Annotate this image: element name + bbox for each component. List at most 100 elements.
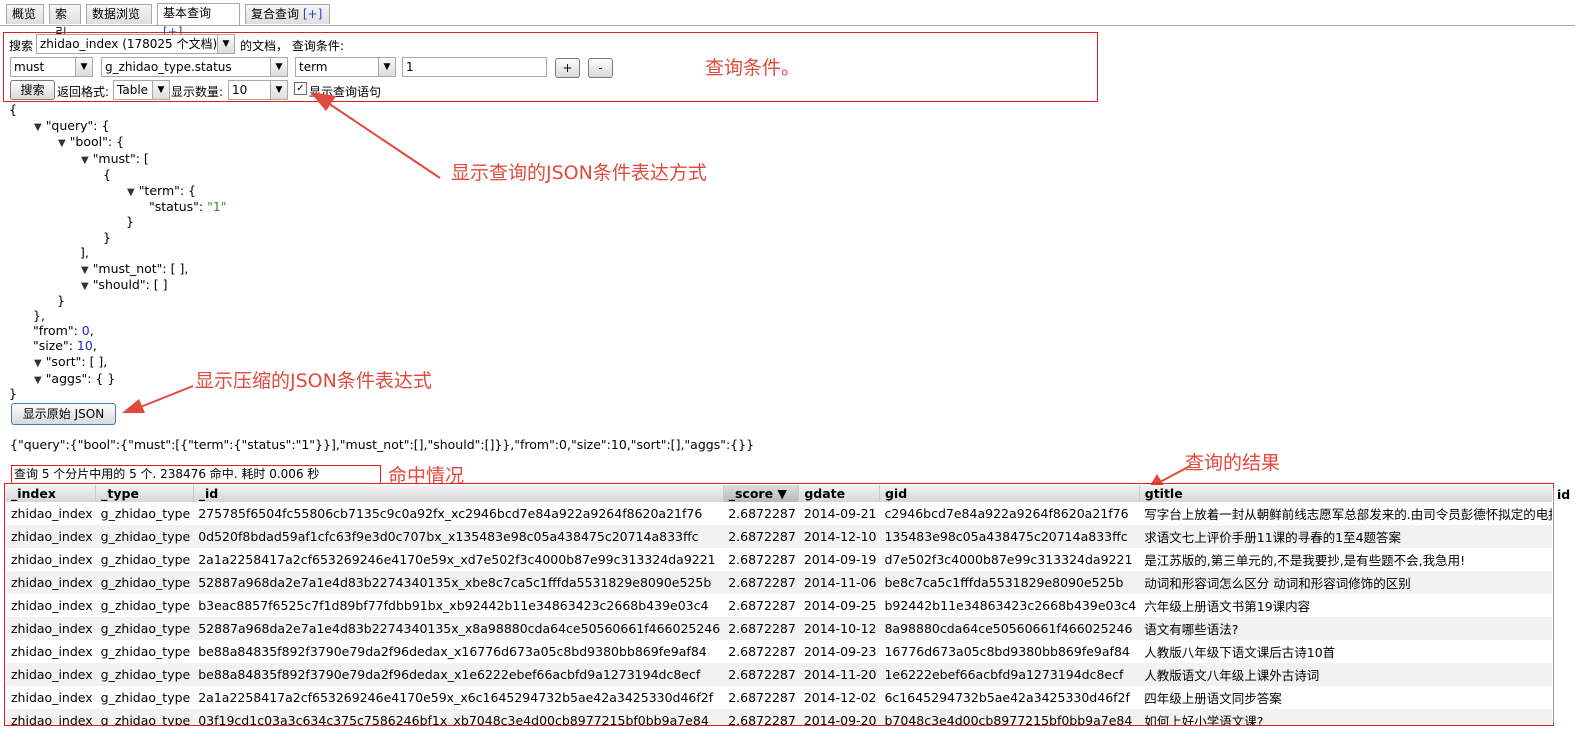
- hits-summary-text: 查询 5 个分片中用的 5 个. 238476 命中. 耗时 0.006 秒: [14, 467, 320, 481]
- cell-gid: b7048c3e4d00cb8977215bf0bb9a7e84: [879, 709, 1140, 725]
- cell-index: zhidao_index: [11, 598, 93, 613]
- collapse-triangle-icon[interactable]: ▼: [81, 281, 89, 292]
- cell-id: 52887a968da2e7a1e4d83b2274340135x_xbe8c7…: [193, 571, 724, 594]
- cell-index: zhidao_index: [6, 663, 96, 686]
- json-string-value: "1": [207, 199, 227, 214]
- column-header-gid[interactable]: gid: [879, 485, 1140, 502]
- table-row[interactable]: zhidao_index g_zhidao_type b3eac8857f6525c…: [6, 594, 1552, 617]
- cell-gid: d7e502f3c4000b87e99c313324da9221: [884, 552, 1133, 567]
- cell-id: 275785f6504fc55806cb7135c9c0a92fx_xc2946…: [198, 506, 703, 521]
- json-key: "must_not": [ ],: [92, 261, 189, 276]
- cell-score: 2.6872287: [728, 506, 796, 521]
- json-brace: {: [103, 167, 111, 182]
- cell-gdate: 2014-09-21: [803, 506, 877, 521]
- cell-index: zhidao_index: [6, 525, 96, 548]
- cell-gdate: 2014-10-12: [798, 617, 880, 640]
- collapse-triangle-icon[interactable]: ▼: [34, 375, 42, 386]
- cell-gdate: 2014-11-06: [798, 571, 880, 594]
- cell-type: g_zhidao_type: [95, 571, 194, 594]
- compressed-json-text: {"query":{"bool":{"must":[{"term":{"stat…: [10, 437, 755, 452]
- cell-score: 2.6872287: [728, 552, 796, 567]
- json-key: "term": {: [138, 183, 197, 198]
- json-key: "aggs": { }: [45, 371, 116, 386]
- collapse-triangle-icon[interactable]: ▼: [34, 122, 42, 133]
- cell-type: g_zhidao_type: [95, 709, 194, 725]
- json-key: "bool": {: [69, 134, 125, 149]
- table-row[interactable]: zhidao_index g_zhidao_type 52887a968da2e7a…: [6, 617, 1552, 640]
- collapse-triangle-icon[interactable]: ▼: [81, 265, 89, 276]
- collapse-triangle-icon[interactable]: ▼: [81, 155, 89, 166]
- column-header-gdate[interactable]: gdate: [798, 485, 880, 502]
- cell-gdate: 2014-09-19: [803, 552, 877, 567]
- results-header-row: _index _type _id _score ▼ gdate gid gtit…: [6, 485, 1552, 502]
- cell-gtitle: 语文有哪些语法?: [1139, 617, 1552, 640]
- table-row[interactable]: zhidao_index g_zhidao_type 52887a968da2e7a…: [6, 571, 1552, 594]
- column-header-score[interactable]: _score ▼: [723, 485, 800, 502]
- table-row[interactable]: zhidao_index g_zhidao_type be88a84835f892f…: [6, 640, 1552, 663]
- cell-id: 03f19cd1c03a3c634c375c7586246bf1x_xb7048…: [193, 709, 724, 725]
- cell-index: zhidao_index: [11, 644, 93, 659]
- collapse-triangle-icon[interactable]: ▼: [34, 358, 42, 369]
- json-node-sort: ▼ "sort": [ ],: [34, 354, 107, 371]
- collapse-triangle-icon[interactable]: ▼: [58, 138, 66, 149]
- json-brace: }: [9, 386, 17, 401]
- cell-gid: 135483e98c05a438475c20714a833ffc: [879, 525, 1140, 548]
- results-body: zhidao_index g_zhidao_type 275785f6504fc55…: [6, 502, 1552, 725]
- cell-id: 2a1a2258417a2cf653269246e4170e59x_x6c164…: [198, 690, 714, 705]
- table-row[interactable]: zhidao_index g_zhidao_type 2a1a2258417a2cf…: [6, 686, 1552, 709]
- json-key: "status":: [149, 199, 208, 214]
- json-node-aggs: ▼ "aggs": { }: [34, 371, 115, 388]
- cell-score: 2.6872287: [728, 644, 796, 659]
- json-brace: {: [9, 102, 17, 117]
- cell-gid: b92442b11e34863423c2668b439e03c4: [884, 598, 1137, 613]
- cell-score: 2.6872287: [723, 525, 799, 548]
- cell-index: zhidao_index: [11, 552, 93, 567]
- cell-type: g_zhidao_type: [100, 644, 191, 659]
- json-comma: ,: [89, 323, 94, 338]
- cell-id: be88a84835f892f3790e79da2f96dedax_x16776…: [198, 644, 707, 659]
- collapse-triangle-icon[interactable]: ▼: [127, 187, 135, 198]
- cell-type: g_zhidao_type: [95, 617, 194, 640]
- table-row[interactable]: zhidao_index g_zhidao_type 2a1a2258417a2cf…: [6, 548, 1552, 571]
- cell-gid: 8a98880cda64ce50560661f466025246: [879, 617, 1140, 640]
- cell-id: b3eac8857f6525c7f1d89bf77fdbb91bx_xb9244…: [198, 598, 709, 613]
- results-table: _index _type _id _score ▼ gdate gid gtit…: [6, 485, 1552, 725]
- cell-gtitle: 四年级上册语文同步答案: [1144, 691, 1282, 706]
- annotation-results: 查询的结果: [1185, 452, 1281, 474]
- cell-gid: 1e6222ebef66acbfd9a1273194dc8ecf: [879, 663, 1140, 686]
- column-header-index[interactable]: _index: [6, 485, 97, 502]
- json-brace: }: [126, 214, 134, 229]
- cell-index: zhidao_index: [6, 617, 96, 640]
- json-brace: }: [103, 230, 111, 245]
- json-node-bool: ▼ "bool": {: [58, 134, 124, 151]
- cell-gtitle: 人教版八年级下语文课后古诗10首: [1144, 645, 1336, 660]
- cell-gtitle: 动词和形容词怎么区分 动词和形容词修饰的区别: [1139, 571, 1552, 594]
- json-bracket: ],: [80, 245, 89, 260]
- cell-gid: 16776d673a05c8bd9380bb869fe9af84: [884, 644, 1130, 659]
- column-header-type[interactable]: _type: [95, 485, 194, 502]
- cell-gtitle: 如何上好小学语文课?: [1139, 709, 1552, 725]
- table-row[interactable]: zhidao_index g_zhidao_type 03f19cd1c03a3c6…: [6, 709, 1552, 725]
- column-header-id[interactable]: _id: [193, 485, 724, 502]
- json-node-query: ▼ "query": {: [34, 118, 109, 135]
- cell-gtitle: 求语文七上评价手册11课的寻春的1至4题答案: [1139, 525, 1552, 548]
- cell-gdate: 2014-12-10: [798, 525, 880, 548]
- table-row[interactable]: zhidao_index g_zhidao_type 275785f6504fc55…: [6, 502, 1552, 525]
- column-header-gtitle[interactable]: gtitle: [1139, 485, 1552, 502]
- table-row[interactable]: zhidao_index g_zhidao_type be88a84835f892f…: [6, 663, 1552, 686]
- json-key: "query": {: [45, 118, 110, 133]
- hits-summary: 查询 5 个分片中用的 5 个. 238476 命中. 耗时 0.006 秒: [11, 465, 381, 484]
- cell-index: zhidao_index: [6, 571, 96, 594]
- cell-type: g_zhidao_type: [100, 506, 191, 521]
- annotation-json-display: 显示查询的JSON条件表达方式: [451, 162, 707, 184]
- cell-type: g_zhidao_type: [100, 690, 191, 705]
- cell-gtitle: 六年级上册语文书第19课内容: [1144, 599, 1311, 614]
- cell-id: be88a84835f892f3790e79da2f96dedax_x1e622…: [193, 663, 724, 686]
- show-raw-json-button[interactable]: 显示原始 JSON: [11, 403, 116, 425]
- json-number-value: 0: [81, 323, 90, 338]
- cell-score: 2.6872287: [723, 663, 799, 686]
- cell-score: 2.6872287: [723, 571, 799, 594]
- cell-gtitle: 人教版语文八年级上课外古诗词: [1139, 663, 1552, 686]
- table-row[interactable]: zhidao_index g_zhidao_type 0d520f8bdad59af…: [6, 525, 1552, 548]
- cell-index: zhidao_index: [11, 690, 93, 705]
